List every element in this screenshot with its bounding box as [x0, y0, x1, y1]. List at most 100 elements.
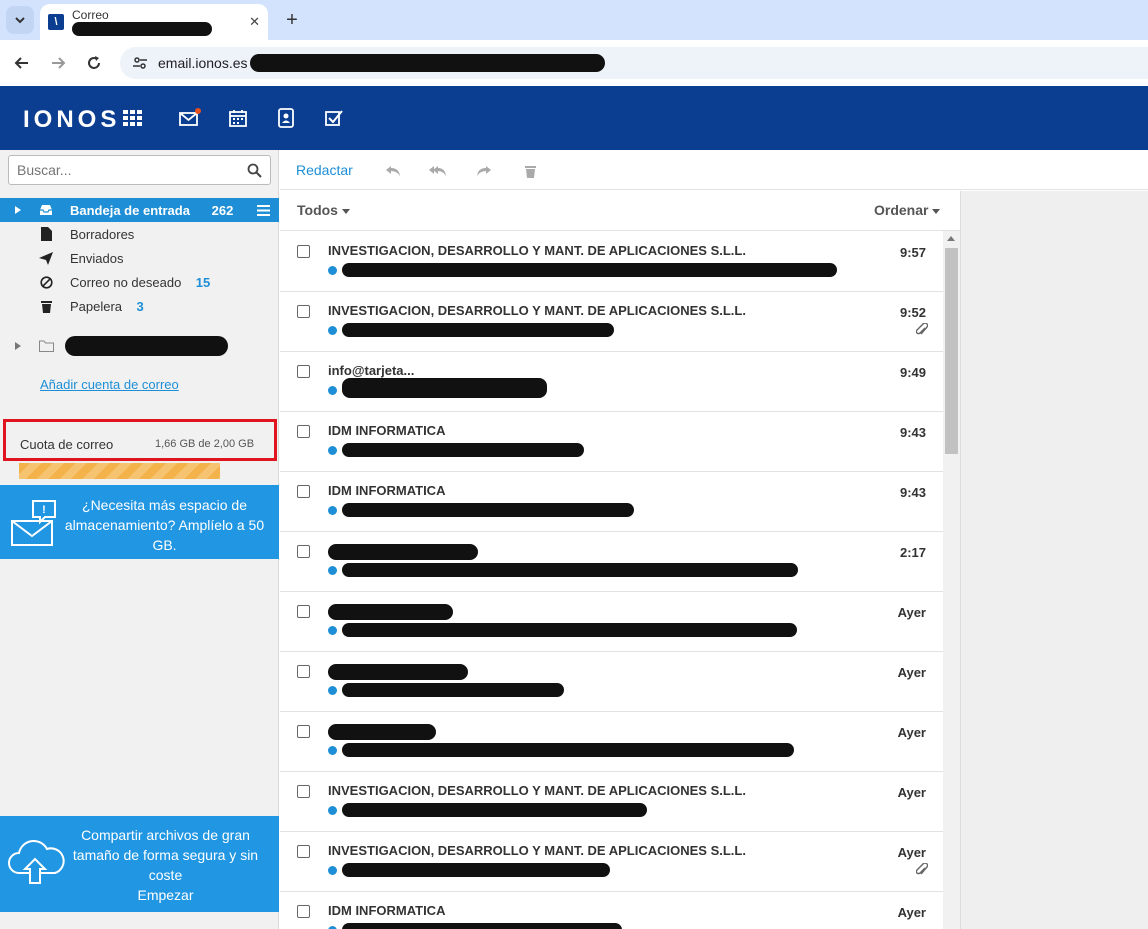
- calendar-icon[interactable]: [226, 106, 250, 130]
- promo-share-text: Compartir archivos de gran tamaño de for…: [72, 827, 259, 883]
- folder-label: Papelera 3: [70, 298, 144, 314]
- message-row[interactable]: Ayer: [280, 592, 943, 652]
- expand-arrow-icon[interactable]: [15, 342, 21, 350]
- contacts-icon[interactable]: [274, 106, 298, 130]
- unread-dot-icon: [328, 746, 337, 755]
- quota-value: 1,66 GB de 2,00 GB: [155, 438, 255, 450]
- address-bar[interactable]: email.ionos.es: [120, 47, 1148, 79]
- storage-upgrade-promo[interactable]: ! ¿Necesita más espacio de almacenamient…: [0, 485, 279, 559]
- scroll-up-icon[interactable]: [947, 236, 955, 241]
- folder-inbox[interactable]: Bandeja de entrada 262: [0, 198, 279, 222]
- message-row[interactable]: IDM INFORMATICA 9:43: [280, 412, 943, 472]
- chevron-down-icon: [932, 208, 941, 214]
- file-share-promo[interactable]: Compartir archivos de gran tamaño de for…: [0, 816, 279, 912]
- browser-tab[interactable]: \ Correo ✕: [40, 4, 268, 40]
- forward-button[interactable]: [45, 50, 71, 76]
- mail-icon[interactable]: [178, 106, 202, 130]
- message-checkbox[interactable]: [297, 605, 310, 618]
- delete-icon[interactable]: [520, 162, 540, 180]
- message-preview-redacted: [342, 563, 798, 577]
- message-preview-redacted: [342, 683, 564, 697]
- folder-label: Enviados: [70, 250, 124, 266]
- message-sender: INVESTIGACION, DESARROLLO Y MANT. DE APL…: [328, 783, 746, 798]
- message-sender: [328, 723, 436, 740]
- message-row[interactable]: Ayer: [280, 652, 943, 712]
- folder-menu-icon[interactable]: [257, 204, 270, 216]
- message-sender: [328, 663, 468, 680]
- draft-icon: [38, 227, 54, 241]
- message-row[interactable]: Ayer: [280, 712, 943, 772]
- back-button[interactable]: [9, 50, 35, 76]
- sort-dropdown[interactable]: Ordenar: [874, 202, 941, 218]
- message-checkbox[interactable]: [297, 785, 310, 798]
- expand-arrow-icon[interactable]: [15, 206, 21, 214]
- message-checkbox[interactable]: [297, 665, 310, 678]
- message-checkbox[interactable]: [297, 845, 310, 858]
- message-row[interactable]: INVESTIGACION, DESARROLLO Y MANT. DE APL…: [280, 832, 943, 892]
- app-header: [0, 86, 1148, 150]
- folder-label: Borradores: [70, 226, 135, 242]
- tasks-icon[interactable]: [322, 106, 346, 130]
- folder-trash[interactable]: Papelera 3: [0, 294, 279, 318]
- message-preview-redacted: [342, 323, 614, 337]
- message-checkbox[interactable]: [297, 305, 310, 318]
- search-input[interactable]: [17, 162, 247, 178]
- message-sender: INVESTIGACION, DESARROLLO Y MANT. DE APL…: [328, 303, 746, 318]
- apps-icon[interactable]: [121, 106, 145, 130]
- tab-search-button[interactable]: [6, 6, 34, 34]
- folder-sent[interactable]: Enviados: [0, 246, 279, 270]
- tab-close-button[interactable]: ✕: [249, 14, 260, 30]
- message-row[interactable]: INVESTIGACION, DESARROLLO Y MANT. DE APL…: [280, 292, 943, 352]
- unread-dot-icon: [328, 326, 337, 335]
- reply-icon[interactable]: [383, 162, 403, 180]
- reply-all-icon[interactable]: [428, 162, 448, 180]
- message-time: Ayer: [897, 785, 926, 800]
- folder-spam[interactable]: Correo no deseado 15: [0, 270, 279, 294]
- url-text: email.ionos.es: [158, 55, 248, 71]
- spam-icon: [38, 275, 54, 289]
- promo-storage-text: ¿Necesita más espacio de almacenamiento?…: [64, 497, 265, 553]
- filter-dropdown[interactable]: Todos: [297, 202, 350, 218]
- trash-icon: [38, 300, 54, 313]
- message-checkbox[interactable]: [297, 485, 310, 498]
- message-checkbox[interactable]: [297, 725, 310, 738]
- message-checkbox[interactable]: [297, 545, 310, 558]
- message-checkbox[interactable]: [297, 905, 310, 918]
- message-preview-redacted: [342, 923, 622, 929]
- message-checkbox[interactable]: [297, 245, 310, 258]
- compose-button[interactable]: Redactar: [296, 162, 353, 178]
- reload-button[interactable]: [81, 50, 107, 76]
- search-box[interactable]: [8, 155, 271, 185]
- message-row[interactable]: INVESTIGACION, DESARROLLO Y MANT. DE APL…: [280, 772, 943, 832]
- message-checkbox[interactable]: [297, 365, 310, 378]
- message-row[interactable]: IDM INFORMATICA 9:43: [280, 472, 943, 532]
- message-checkbox[interactable]: [297, 425, 310, 438]
- unread-count: 262: [211, 202, 234, 218]
- ionos-logo[interactable]: IONOS: [23, 106, 120, 134]
- back-arrow-icon: [14, 57, 28, 69]
- folder-label: Correo no deseado 15: [70, 274, 211, 290]
- message-row[interactable]: 2:17: [280, 532, 943, 592]
- chevron-down-icon: [15, 17, 25, 24]
- folder-label: Bandeja de entrada 262: [70, 202, 234, 218]
- search-icon[interactable]: [247, 163, 262, 178]
- new-tab-button[interactable]: +: [280, 8, 304, 32]
- promo-share-action[interactable]: Empezar: [68, 885, 263, 905]
- message-row[interactable]: INVESTIGACION, DESARROLLO Y MANT. DE APL…: [280, 232, 943, 292]
- message-sender: IDM INFORMATICA: [328, 903, 446, 918]
- message-sender: info@tarjeta...: [328, 363, 415, 378]
- site-settings-icon: [133, 57, 147, 69]
- message-toolbar: [280, 150, 1148, 190]
- message-row[interactable]: info@tarjeta... 9:49: [280, 352, 943, 412]
- add-account-link[interactable]: Añadir cuenta de correo: [40, 377, 179, 392]
- folder-drafts[interactable]: Borradores: [0, 222, 279, 246]
- scrollbar-thumb[interactable]: [945, 248, 958, 454]
- message-time: 2:17: [899, 545, 926, 560]
- unread-dot-icon: [328, 806, 337, 815]
- folder-account-collapsed[interactable]: [0, 334, 279, 358]
- message-row[interactable]: IDM INFORMATICA Ayer: [280, 892, 943, 929]
- message-list-header: [280, 191, 960, 231]
- forward-icon[interactable]: [474, 162, 494, 180]
- forward-arrow-icon: [52, 57, 66, 69]
- inbox-icon: [38, 204, 54, 216]
